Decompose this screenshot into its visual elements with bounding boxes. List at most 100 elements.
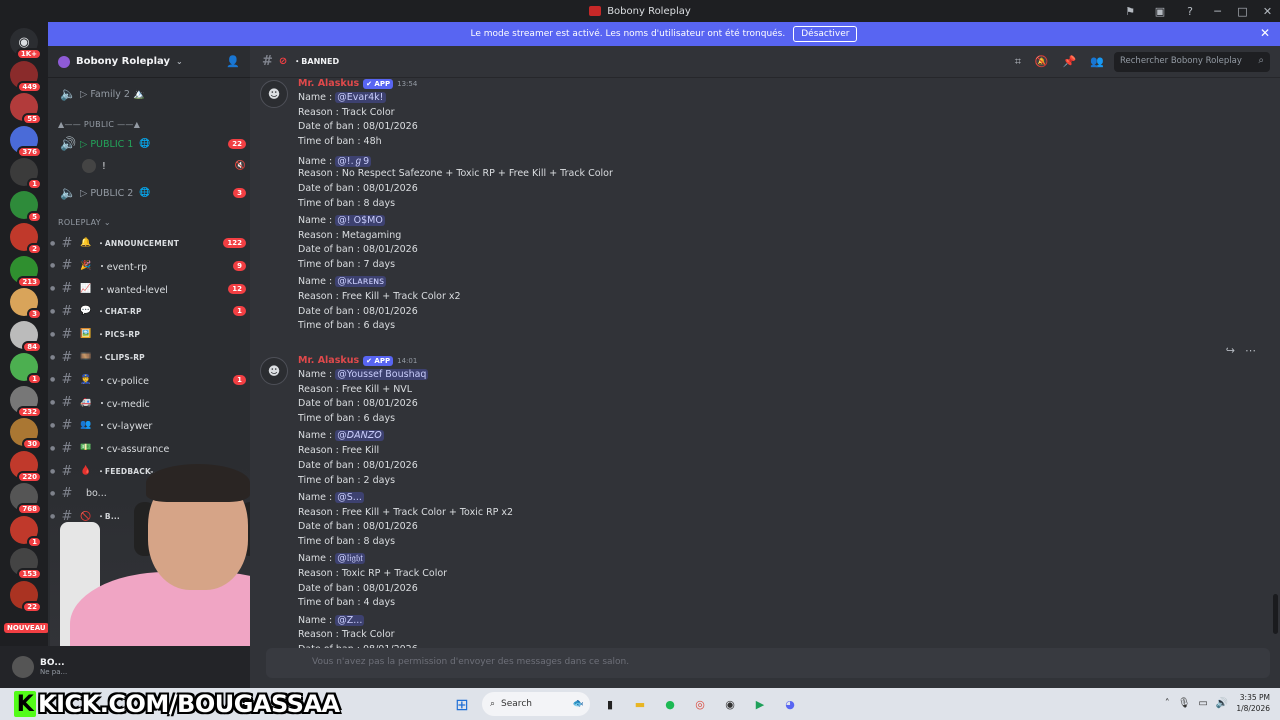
close-window-button[interactable]: ✕: [1255, 0, 1280, 22]
channel-count: 22: [228, 139, 246, 149]
text-channel[interactable]: ● # 💵 ・cv-assurance: [50, 438, 246, 458]
members-icon[interactable]: 👥: [1090, 55, 1104, 69]
server-icon[interactable]: 1: [10, 158, 42, 190]
server-header[interactable]: Bobony Roleplay ⌄ 👤: [48, 46, 250, 78]
user-mention[interactable]: @𝔩𝔦𝔤𝔥𝔱: [335, 553, 366, 565]
server-icon[interactable]: 5: [10, 190, 42, 223]
channel-name: ▷ Family 2 🏔️: [80, 88, 145, 100]
channel-emoji: 💬: [80, 306, 92, 317]
message[interactable]: ☻ Mr. Alaskus ✔ APP 13:54 Name : @Evar4k! Rea…: [250, 78, 1270, 331]
server-icon[interactable]: 1: [10, 515, 42, 548]
author-name[interactable]: Mr. Alaskus: [298, 355, 359, 366]
message-actions: ↪ ⋯: [1226, 344, 1256, 357]
invite-icon[interactable]: 👤: [226, 55, 240, 68]
user-mention[interactable]: @𝘋𝘈𝘕𝘡𝘖: [335, 430, 384, 442]
user-mention[interactable]: @Z...: [335, 614, 365, 626]
server-icon[interactable]: 232: [10, 385, 42, 418]
server-icon[interactable]: 84: [10, 320, 42, 353]
text-channel[interactable]: ● # 👥 ・cv-laywer: [50, 415, 246, 435]
scrollbar[interactable]: [1270, 78, 1280, 648]
hash-icon: #: [61, 395, 73, 411]
text-channel[interactable]: ● # 🖼️ ・PICS-RP: [50, 324, 246, 344]
discord-taskbar-icon[interactable]: ◕: [780, 694, 800, 714]
streamer-hair: [146, 464, 250, 502]
text-channel[interactable]: ● # 📈 ・wanted-level 12: [50, 279, 246, 299]
server-icon[interactable]: 376: [10, 125, 42, 158]
chevron-up-icon[interactable]: ˄: [1165, 698, 1170, 709]
message-list[interactable]: ☻ Mr. Alaskus ✔ APP 13:54 Name : @Evar4k! Rea…: [250, 78, 1270, 648]
server-icon[interactable]: 1: [10, 353, 42, 385]
ban-reason: Reason : Track Color: [298, 106, 395, 118]
text-channel[interactable]: ● # 👮 ・cv-police 1: [50, 370, 246, 390]
timestamp: 13:54: [397, 79, 418, 88]
chrome-icon[interactable]: ◎: [690, 694, 710, 714]
more-icon[interactable]: ⋯: [1245, 344, 1256, 357]
maximize-button[interactable]: □: [1230, 0, 1255, 22]
app-badge: ✔ APP: [363, 78, 394, 89]
bot-avatar[interactable]: ☻: [260, 357, 288, 385]
server-icon[interactable]: 220: [10, 450, 42, 483]
clock[interactable]: 3:35 PM 1/8/2026: [1236, 692, 1270, 714]
server-icon[interactable]: 55: [10, 93, 42, 125]
windows-start-icon[interactable]: ⊞: [452, 694, 472, 714]
voice-channel-public2[interactable]: 🔈 ▷ PUBLIC 2 🌐 3: [56, 183, 246, 203]
text-channel[interactable]: ● # 🔔 ・ANNOUNCEMENT 122: [50, 233, 246, 253]
server-icon[interactable]: 153: [10, 548, 42, 580]
task-view-icon[interactable]: ▮: [600, 694, 620, 714]
user-mention[interactable]: @Youssef Boushaq: [335, 369, 429, 380]
text-channel[interactable]: ● # 🎞️ ・CLIPS-RP: [50, 347, 246, 367]
pin-icon[interactable]: 📌: [1063, 55, 1077, 69]
server-icon[interactable]: 30: [10, 418, 42, 450]
guild-badge: 232: [17, 405, 42, 418]
server-icon[interactable]: 213: [10, 255, 42, 288]
text-channel[interactable]: ● # 🎉 ・event-rp 9: [50, 256, 246, 276]
notifications-muted-icon[interactable]: 🔕: [1035, 55, 1049, 69]
voice-channel-public1[interactable]: 🔊 ▷ PUBLIC 1 🌐 22: [56, 134, 246, 154]
bot-avatar[interactable]: ☻: [260, 80, 288, 108]
user-mention[interactable]: @ᴋʟᴀʀᴇɴs: [335, 276, 387, 288]
server-icon[interactable]: 3: [10, 288, 42, 320]
user-mention[interactable]: @!.ℊ9: [335, 156, 372, 168]
search-input[interactable]: Rechercher Bobony Roleplay ⌕: [1114, 52, 1270, 72]
bullet-icon: ●: [50, 399, 56, 407]
forward-icon[interactable]: ↪: [1226, 344, 1235, 357]
app-icon[interactable]: ◉: [720, 694, 740, 714]
volume-icon[interactable]: 🔊: [1216, 698, 1228, 709]
minimize-button[interactable]: ─: [1205, 0, 1230, 22]
guild-badge: 1K+: [15, 48, 42, 60]
microphone-icon[interactable]: 🎙: [1178, 698, 1191, 709]
author-name[interactable]: Mr. Alaskus: [298, 78, 359, 89]
inbox-icon[interactable]: ▣: [1145, 0, 1175, 22]
taskbar-search[interactable]: ⌕ Search 🐟: [482, 692, 590, 716]
threads-icon[interactable]: ⌗: [1015, 55, 1021, 69]
file-explorer-icon[interactable]: ▬: [630, 694, 650, 714]
channel-name: ▷ PUBLIC 2: [80, 187, 134, 199]
flag-icon[interactable]: ⚑: [1115, 0, 1145, 22]
user-mention[interactable]: @Evar4k!: [335, 92, 386, 103]
voice-user[interactable]: ! 🔇: [78, 156, 246, 176]
channel-name: ・cv-medic: [97, 398, 150, 410]
discord-home-icon[interactable]: ◉ 1K+: [10, 28, 42, 60]
banner-close-icon[interactable]: ✕: [1260, 26, 1270, 40]
server-icon[interactable]: 22: [10, 580, 42, 613]
avatar[interactable]: [12, 656, 34, 678]
server-icon[interactable]: 449: [10, 60, 42, 93]
disable-streamer-button[interactable]: Désactiver: [793, 26, 858, 42]
voice-channel-family[interactable]: 🔈 ▷ Family 2 🏔️: [56, 84, 246, 104]
server-icon[interactable]: 768: [10, 483, 42, 515]
globe-icon: 🌐: [139, 139, 151, 149]
text-channel[interactable]: ● # 💬 ・CHAT-RP 1: [50, 301, 246, 321]
spotify-icon[interactable]: ●: [660, 694, 680, 714]
user-mention[interactable]: @! O$MO: [335, 214, 385, 226]
terminal-icon[interactable]: ▶: [750, 694, 770, 714]
network-icon[interactable]: ▭: [1198, 698, 1207, 709]
category-public[interactable]: ▲—— PUBLIC ——▲: [58, 120, 140, 129]
category-roleplay[interactable]: ROLEPLAY ⌄: [58, 218, 111, 227]
user-mention[interactable]: @S...: [335, 491, 364, 503]
ban-duration: Time of ban : 4 days: [298, 597, 396, 609]
message[interactable]: ☻ Mr. Alaskus ✔ APP 14:01 ↪ ⋯ Name : @Youssef …: [250, 344, 1270, 648]
server-icon[interactable]: 2: [10, 223, 42, 255]
text-channel[interactable]: ● # 🚑 ・cv-medic: [50, 393, 246, 413]
help-icon[interactable]: ?: [1175, 0, 1205, 22]
category-label: ROLEPLAY: [58, 218, 101, 227]
